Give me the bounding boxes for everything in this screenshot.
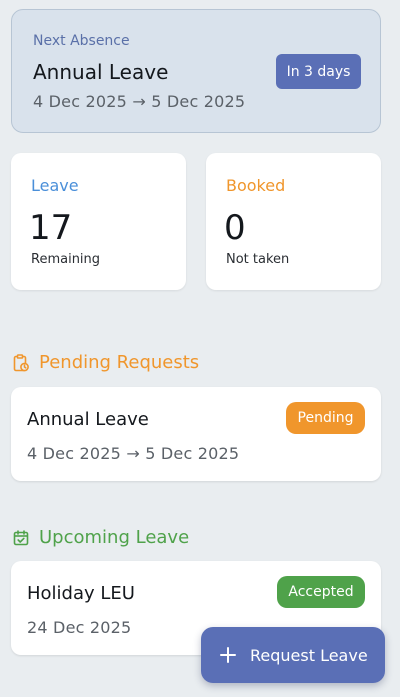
leave-title: Holiday LEU — [27, 583, 135, 604]
upcoming-leave-heading: Upcoming Leave — [12, 527, 189, 548]
booked-sub-label: Not taken — [226, 252, 290, 267]
next-absence-date-range: 4 Dec 2025 → 5 Dec 2025 — [33, 92, 246, 111]
booked-label: Booked — [226, 176, 286, 195]
booked-card[interactable]: Booked 0 Not taken — [206, 153, 381, 290]
status-badge-pending: Pending — [286, 402, 365, 434]
leave-value: 17 — [29, 208, 73, 248]
next-absence-card[interactable]: Next Absence Annual Leave 4 Dec 2025 → 5… — [11, 9, 381, 133]
days-until-badge: In 3 days — [276, 54, 361, 89]
leave-sub-label: Remaining — [31, 252, 101, 267]
calendar-check-icon — [12, 529, 30, 547]
request-date-range: 4 Dec 2025 → 5 Dec 2025 — [27, 444, 240, 463]
request-leave-button[interactable]: Request Leave — [201, 627, 385, 683]
next-absence-title: Annual Leave — [33, 60, 169, 84]
upcoming-leave-title: Upcoming Leave — [39, 527, 190, 548]
pending-requests-title: Pending Requests — [39, 352, 200, 373]
pending-request-item[interactable]: Annual Leave 4 Dec 2025 → 5 Dec 2025 Pen… — [11, 387, 381, 481]
leave-remaining-card[interactable]: Leave 17 Remaining — [11, 153, 186, 290]
request-leave-label: Request Leave — [250, 645, 368, 665]
request-title: Annual Leave — [27, 409, 149, 430]
booked-value: 0 — [224, 208, 246, 248]
plus-icon — [220, 647, 236, 663]
pending-requests-heading: Pending Requests — [12, 352, 199, 373]
next-absence-label: Next Absence — [33, 33, 130, 49]
leave-label: Leave — [31, 176, 79, 195]
leave-date: 24 Dec 2025 — [27, 618, 132, 637]
clipboard-clock-icon — [12, 353, 30, 372]
status-badge-accepted: Accepted — [277, 576, 365, 608]
